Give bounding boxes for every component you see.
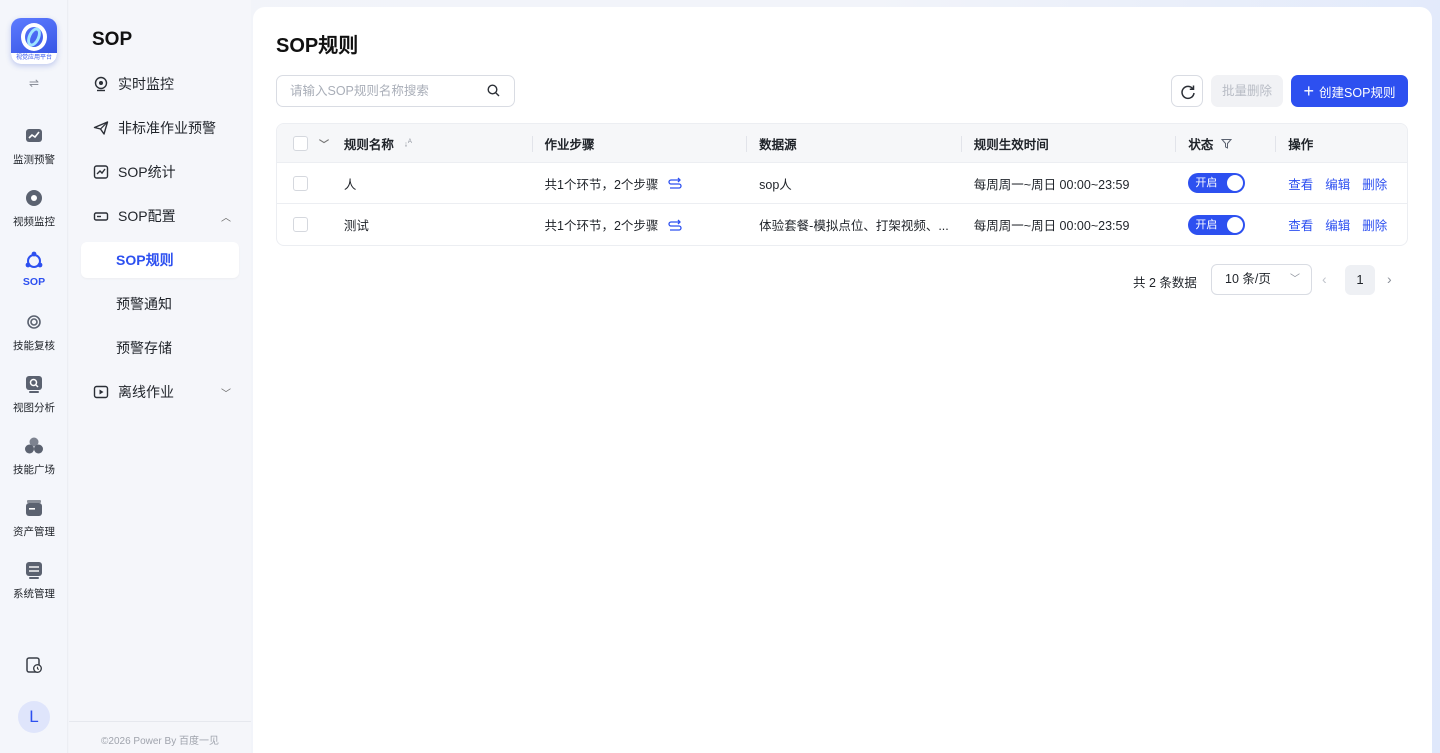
header-effective-time: 规则生效时间 [962,124,1177,162]
status-toggle[interactable]: 开启 [1188,173,1246,193]
schedule-icon[interactable] [24,655,44,675]
page-title: SOP规则 [276,35,359,57]
header-status: 状态 [1176,124,1277,162]
rules-table: ﹀ 规则名称 ↓A 作业步骤 数据源 规则生效时间 状态 操作 人 共1个环节，… [276,123,1408,246]
video-icon [93,384,109,400]
rail-item-system[interactable]: 系统管理 [0,560,68,610]
menu-item-sop-rules[interactable]: SOP规则 [81,242,239,278]
cell-source: 体验套餐-模拟点位、打架视频、... [759,219,949,233]
menu-item-alert-storage[interactable]: 预警存储 [81,330,239,366]
page-number[interactable]: 1 [1345,265,1375,295]
cell-rule-name: 人 [343,177,357,192]
menu-item-offline-jobs[interactable]: 离线作业 ﹀ [81,374,239,410]
collapse-icon[interactable]: ⇌ [25,76,43,90]
refresh-icon [1181,85,1195,100]
header-actions: 操作 [1288,137,1314,152]
menu-item-nonstandard-alert[interactable]: 非标准作业预警 [81,110,239,146]
chevron-up-icon: ︿ [221,213,231,224]
select-all-checkbox[interactable] [293,135,308,151]
bulk-delete-button[interactable]: 批量删除 [1211,75,1283,107]
row-checkbox[interactable] [293,217,308,232]
header-source: 数据源 [747,124,962,162]
asset-icon [24,498,44,518]
row-checkbox[interactable] [293,175,308,191]
view-link[interactable]: 查看 [1288,215,1313,234]
monitor-chart-icon [24,126,44,146]
avatar[interactable]: L [18,701,50,733]
menu-item-alert-notify[interactable]: 预警通知 [81,286,239,322]
page-size-select[interactable]: 10 条/页 ﹀ [1211,264,1312,295]
cell-rule-name: 测试 [343,219,369,233]
chevron-down-icon[interactable]: ﹀ [319,136,329,151]
app-rail: 视觉应用平台 ⇌ 监测预警 视频监控 SOP 技能复核 视图分析 技能广场 资产… [0,0,68,753]
steps-swap-icon[interactable] [668,177,683,189]
header-rule-name: 规则名称 ↓A [337,124,533,162]
plus-icon: + [1303,81,1315,101]
rail-item-skill-market[interactable]: 技能广场 [0,436,68,486]
rail-item-assets[interactable]: 资产管理 [0,498,68,548]
stats-icon [93,164,109,180]
next-page-icon[interactable]: › [1387,271,1392,287]
cell-steps: 共1个环节，2个步骤 [533,204,748,245]
sop-icon [24,250,44,270]
rail-item-video[interactable]: 视频监控 [0,188,68,238]
rail-item-sop[interactable]: SOP [0,250,68,300]
menu-title: SOP [92,29,133,50]
search-box [276,75,515,107]
status-toggle[interactable]: 开启 [1188,214,1246,235]
rail-item-view-analysis[interactable]: 视图分析 [0,374,68,424]
camera-icon [24,188,44,208]
total-count: 共 2 条数据 [1133,276,1197,290]
refresh-button[interactable] [1171,75,1203,107]
table-row: 测试 共1个环节，2个步骤 体验套餐-模拟点位、打架视频、... 每周周一~周日… [277,204,1407,245]
search-input[interactable] [290,84,480,98]
delete-link[interactable]: 删除 [1362,174,1387,193]
logo-caption: 视觉应用平台 [11,53,57,64]
steps-swap-icon[interactable] [668,219,683,231]
cell-steps: 共1个环节，2个步骤 [533,163,748,203]
settings-icon [24,560,44,580]
create-sop-rule-button[interactable]: + 创建SOP规则 [1291,75,1408,107]
menu-item-realtime-monitor[interactable]: 实时监控 [81,66,239,102]
pagination: 共 2 条数据 10 条/页 ﹀ ‹ 1 › [1133,264,1409,295]
edit-link[interactable]: 编辑 [1325,174,1350,193]
menu-item-sop-config[interactable]: SOP配置 ︿ [81,198,239,234]
chevron-down-icon: ﹀ [221,389,231,400]
rail-item-skill-review[interactable]: 技能复核 [0,312,68,362]
side-menu: SOP 实时监控 非标准作业预警 SOP统计 SOP配置 ︿ SOP规则 预警通… [69,0,251,753]
main-panel: SOP规则 批量删除 + 创建SOP规则 ﹀ 规则名称 ↓A 作业步骤 数据源 … [253,7,1432,753]
cell-effective-time: 每周周一~周日 00:00~23:59 [973,219,1130,233]
rail-item-monitoring[interactable]: 监测预警 [0,126,68,176]
view-link[interactable]: 查看 [1288,174,1313,193]
chevron-down-icon: ﹀ [1290,274,1300,285]
header-steps: 作业步骤 [533,124,748,162]
footer-copyright: ©2026 Power By 百度一见 [69,721,251,747]
table-row: 人 共1个环节，2个步骤 sop人 每周周一~周日 00:00~23:59 开启… [277,163,1407,204]
prev-page-icon[interactable]: ‹ [1322,271,1327,287]
filter-icon[interactable] [1221,138,1233,149]
send-icon [93,120,109,136]
view-analysis-icon [24,374,44,394]
delete-link[interactable]: 删除 [1362,215,1387,234]
skills-icon [24,436,44,456]
cell-source: sop人 [759,177,792,192]
menu-item-sop-stats[interactable]: SOP统计 [81,154,239,190]
app-logo[interactable]: 视觉应用平台 [11,18,57,64]
table-header: ﹀ 规则名称 ↓A 作业步骤 数据源 规则生效时间 状态 操作 [277,124,1407,163]
camera-outline-icon [93,76,109,92]
target-icon [24,312,44,332]
cell-effective-time: 每周周一~周日 00:00~23:59 [973,177,1130,192]
edit-link[interactable]: 编辑 [1325,215,1350,234]
sort-icon[interactable]: ↓A [404,138,412,149]
config-icon [93,208,109,224]
search-icon[interactable] [487,84,500,97]
